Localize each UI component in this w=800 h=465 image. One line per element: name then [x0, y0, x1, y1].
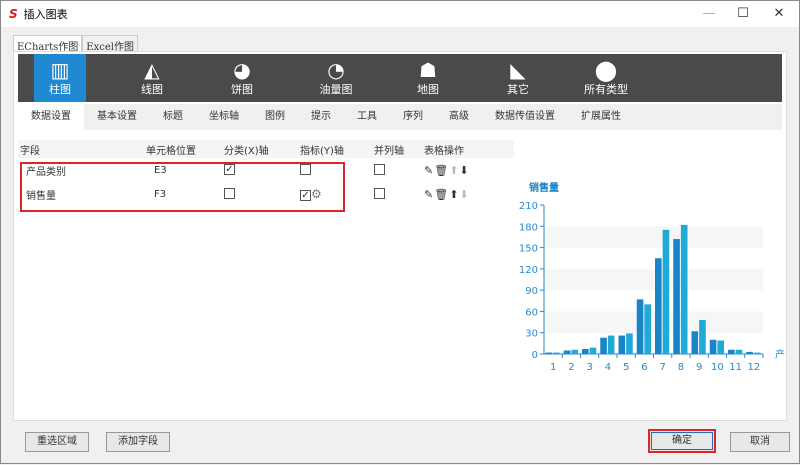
y-axis-title: 销售量 [529, 181, 559, 194]
bar [655, 258, 662, 354]
bar [753, 352, 761, 354]
ok-button-label: 确定 [651, 432, 713, 450]
bar [644, 304, 651, 354]
bar [735, 349, 743, 354]
x-tick-label: 5 [623, 362, 629, 373]
x-tick-label: 3 [586, 362, 592, 373]
x-tick-label: 11 [729, 362, 742, 373]
x-tick-label: 1 [550, 362, 556, 373]
x-tick-label: 2 [568, 362, 574, 373]
reselect-area-button[interactable]: 重选区域 [25, 432, 89, 452]
bar [699, 319, 706, 354]
y-tick-label: 210 [519, 201, 538, 212]
bar [746, 351, 753, 354]
bar [600, 337, 607, 354]
bar [636, 299, 644, 354]
bar [563, 350, 571, 354]
insert-chart-dialog: S 插入图表 — ☐ ✕ ECharts作图 Excel作图 ▥ 柱图 ◭ 线图 ◕… [0, 0, 800, 464]
ok-button[interactable]: 确定 [648, 429, 716, 453]
grid-band [544, 268, 763, 291]
bar [673, 239, 680, 354]
y-tick-label: 60 [525, 307, 538, 318]
bar [662, 229, 670, 354]
bar [571, 349, 578, 354]
x-tick-label: 8 [678, 362, 684, 373]
y-tick-label: 120 [519, 265, 538, 276]
chart-preview: 销售量03060901201501802101 2 3 4 5 6 7 8 9 10 11 12产 [519, 181, 785, 373]
y-tick-label: 150 [519, 244, 538, 255]
cancel-button[interactable]: 取消 [730, 432, 790, 452]
bar [589, 347, 597, 354]
x-tick-label: 9 [696, 362, 702, 373]
bar [717, 340, 724, 354]
bar [582, 349, 589, 354]
bar [607, 335, 615, 354]
y-tick-label: 90 [525, 286, 538, 297]
grid-band [544, 226, 763, 248]
bar [545, 352, 553, 354]
bar [553, 352, 560, 354]
bar [618, 335, 626, 354]
bar [691, 331, 699, 354]
x-tick-label: 6 [641, 362, 647, 373]
y-tick-label: 0 [532, 350, 538, 361]
bar [626, 333, 633, 354]
add-field-button[interactable]: 添加字段 [106, 432, 170, 452]
bar [709, 339, 717, 354]
y-tick-label: 30 [525, 329, 538, 340]
x-tick-label: 10 [711, 362, 724, 373]
grid-band [544, 311, 763, 333]
bar [680, 224, 688, 354]
x-tick-label: 4 [605, 362, 611, 373]
y-tick-label: 180 [519, 222, 538, 233]
x-tick-label: 12 [748, 362, 761, 373]
bar [728, 349, 735, 354]
x-axis-title: 产 [775, 348, 785, 361]
x-tick-label: 7 [659, 362, 665, 373]
